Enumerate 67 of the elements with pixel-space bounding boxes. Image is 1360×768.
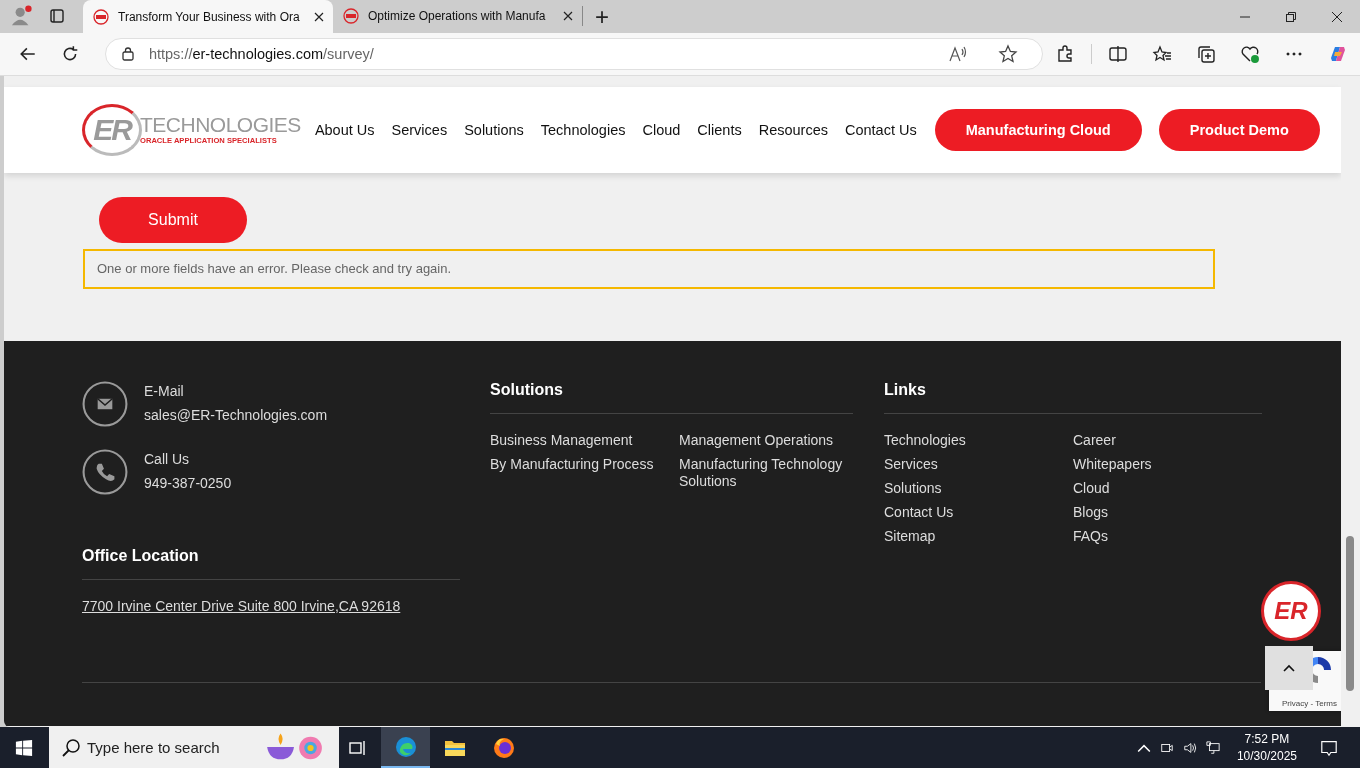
site-favicon — [93, 8, 109, 25]
close-icon[interactable] — [563, 11, 573, 21]
footer-link[interactable]: Management Operations — [679, 431, 849, 449]
nav-link[interactable]: Services — [391, 121, 448, 138]
phone-icon — [82, 448, 128, 495]
browser-tab[interactable]: Transform Your Business with Ora — [83, 0, 333, 33]
contact-label: E-Mail — [144, 382, 185, 399]
footer-link[interactable]: Cloud — [1073, 479, 1262, 497]
back-to-top-button[interactable] — [1265, 645, 1313, 690]
nav-link[interactable]: Solutions — [464, 121, 524, 138]
edge-icon[interactable] — [393, 734, 418, 759]
close-icon[interactable] — [314, 11, 324, 22]
footer-link[interactable]: Services — [884, 455, 1073, 473]
nav-link[interactable]: Resources — [758, 121, 828, 138]
footer-link[interactable]: Technologies — [884, 431, 1073, 449]
volume-icon[interactable] — [1182, 740, 1197, 755]
footer-link[interactable]: Sitemap — [884, 527, 1073, 545]
tab-actions-icon[interactable] — [49, 8, 65, 24]
nav-link[interactable]: Clients — [697, 121, 742, 138]
browser-tab[interactable]: Optimize Operations with Manufa — [333, 6, 583, 26]
footer-link[interactable]: Career — [1073, 431, 1262, 449]
office-heading: Office Location — [82, 546, 200, 565]
address-link[interactable]: 7700 Irvine Center Drive Suite 800 Irvine,CA 92618 — [82, 597, 460, 614]
search-icon — [61, 737, 81, 758]
close-icon[interactable] — [1332, 12, 1342, 22]
contact-label: Call Us — [144, 450, 191, 467]
notification-icon[interactable] — [1320, 738, 1338, 757]
profile-icon[interactable] — [11, 5, 33, 27]
restore-icon[interactable] — [1286, 12, 1296, 22]
footer-link[interactable]: By Manufacturing Process — [490, 455, 679, 473]
nav-link[interactable]: Contact Us — [845, 121, 917, 138]
error-message: One or more fields have an error. Please check and try again. — [83, 248, 1215, 289]
footer-link[interactable]: FAQs — [1073, 527, 1262, 545]
footer-link[interactable]: Manufacturing Technology Solutions — [679, 455, 849, 490]
footer-link[interactable]: Solutions — [884, 479, 1073, 497]
lock-icon — [121, 46, 134, 61]
firefox-icon[interactable] — [491, 735, 516, 760]
network-icon[interactable] — [1205, 740, 1220, 755]
favorites-icon[interactable] — [1152, 43, 1173, 64]
collections-icon[interactable] — [1196, 43, 1217, 64]
url-text: https://er-technologies.com/survey/ — [148, 45, 375, 62]
footer-link[interactable]: Whitepapers — [1073, 455, 1262, 473]
submit-button[interactable]: Submit — [99, 196, 247, 243]
cta-button[interactable]: Manufacturing Cloud — [934, 108, 1142, 151]
windows-start-icon[interactable] — [15, 738, 33, 757]
footer-link[interactable]: Blogs — [1073, 503, 1262, 521]
caret-icon — [1283, 663, 1295, 672]
solutions-heading: Solutions — [490, 380, 564, 399]
cta-button[interactable]: Product Demo — [1158, 108, 1320, 151]
clock[interactable]: 7:52 PM 10/30/2025 — [1236, 730, 1297, 765]
nav-link[interactable]: About Us — [314, 121, 375, 138]
recaptcha-links[interactable]: Privacy - Terms — [1282, 698, 1337, 708]
mail-icon — [82, 380, 128, 427]
footer-link[interactable]: Contact Us — [884, 503, 1073, 521]
new-tab-button[interactable]: + — [595, 4, 609, 30]
scrollbar[interactable] — [1341, 75, 1360, 727]
address-bar[interactable]: https://er-technologies.com/survey/ — [104, 37, 1044, 70]
nav-link[interactable]: Technologies — [540, 121, 626, 138]
footer-link[interactable]: Business Management — [490, 431, 679, 449]
taskbar-search-field[interactable]: Type here to search — [49, 727, 339, 768]
favorite-star-icon[interactable] — [998, 43, 1019, 64]
contact-value: 949-387-0250 — [144, 474, 232, 491]
split-screen-icon[interactable] — [1108, 43, 1129, 64]
links-heading: Links — [884, 380, 927, 399]
nav-link[interactable]: Cloud — [642, 121, 681, 138]
contact-value: sales@ER-Technologies.com — [144, 406, 328, 423]
site-favicon — [343, 8, 359, 24]
